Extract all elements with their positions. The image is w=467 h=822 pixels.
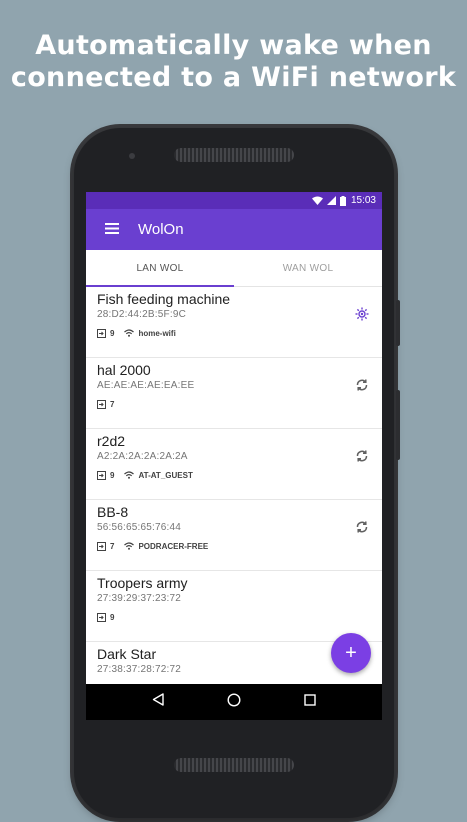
status-time: 15:03 [350,195,376,206]
brightness-icon[interactable] [352,304,372,324]
device-wifi: home-wifi [138,328,176,338]
port-icon [97,328,106,338]
home-icon[interactable] [227,692,241,712]
device-name: Troopers army [97,575,188,591]
list-item[interactable]: hal 2000 AE:AE:AE:AE:EA:EE 7 [86,358,382,429]
device-port: 7 [110,541,115,551]
device-mac: 56:56:65:65:76:44 [97,522,182,533]
device-meta: 9 AT-AT_GUEST [97,469,193,481]
device-meta: 7 [97,398,124,410]
status-bar: 15:03 [86,192,382,209]
sync-icon[interactable] [352,517,372,537]
sync-icon[interactable] [352,446,372,466]
port-icon [97,399,106,409]
device-mac: A2:2A:2A:2A:2A:2A [97,451,188,462]
device-meta: 7 PODRACER-FREE [97,540,208,552]
sync-icon[interactable] [352,375,372,395]
device-mac: 28:D2:44:2B:5F:9C [97,309,187,320]
recents-icon[interactable] [304,693,317,711]
device-mac: 27:39:29:37:23:72 [97,593,182,604]
device-name: Dark Star [97,646,157,662]
device-name: Fish feeding machine [97,291,231,307]
add-device-button[interactable]: + [331,633,371,673]
signal-icon [326,196,336,205]
battery-icon [339,195,346,206]
device-meta: 9 [97,611,124,623]
tab-bar: LAN WOL WAN WOL [86,250,382,287]
tab-lan-wol[interactable]: LAN WOL [86,250,234,286]
phone-screen: 15:03 WolOn LAN WOL WAN WOL Fish feeding… [86,192,382,720]
top-speaker [174,148,294,162]
device-name: r2d2 [97,433,126,449]
menu-button[interactable] [86,209,138,250]
device-port: 9 [110,612,115,622]
device-wifi: PODRACER-FREE [138,541,209,551]
headline-line-1: Automatically wake when [35,30,432,61]
device-port: 7 [110,399,115,409]
wifi-small-icon [124,471,135,479]
add-icon: + [345,641,357,664]
device-wifi: AT-AT_GUEST [138,470,193,480]
back-icon[interactable] [152,693,164,711]
wifi-small-icon [124,329,135,337]
tab-wan-wol[interactable]: WAN WOL [234,250,382,286]
app-title: WolOn [138,221,184,238]
list-item[interactable]: BB-8 56:56:65:65:76:44 7 PODRACER-FREE [86,500,382,571]
power-button [396,300,400,346]
device-name: hal 2000 [97,362,151,378]
port-icon [97,541,106,551]
wifi-icon [311,196,323,205]
bottom-speaker [174,758,294,772]
list-item[interactable]: Fish feeding machine 28:D2:44:2B:5F:9C 9… [86,287,382,358]
device-mac: AE:AE:AE:AE:EA:EE [97,380,195,391]
device-mac: 27:38:37:28:72:72 [97,664,182,675]
front-camera [129,153,135,159]
port-icon [97,612,106,622]
volume-button [396,390,400,460]
headline-line-2: connected to a WiFi network [10,62,457,93]
device-port: 9 [110,328,115,338]
headline: Automatically wake when connected to a W… [0,30,467,94]
list-item[interactable]: Troopers army 27:39:29:37:23:72 9 [86,571,382,642]
menu-icon [105,221,119,239]
device-meta: 9 home-wifi [97,327,176,339]
app-bar: WolOn [86,209,382,250]
list-item[interactable]: r2d2 A2:2A:2A:2A:2A:2A 9 AT-AT_GUEST [86,429,382,500]
navigation-bar [86,684,382,720]
device-port: 9 [110,470,115,480]
device-name: BB-8 [97,504,129,520]
port-icon [97,470,106,480]
wifi-small-icon [124,542,135,550]
